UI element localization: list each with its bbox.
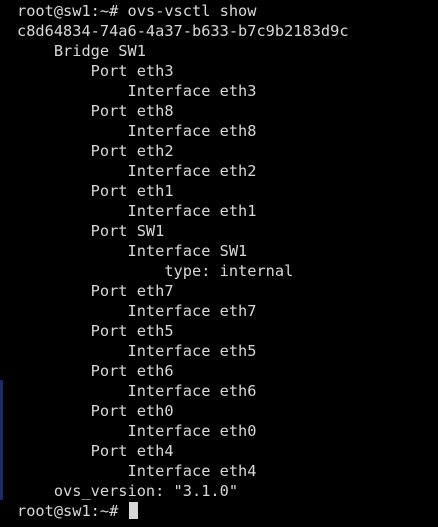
terminal-window[interactable]: root@sw1:~# ovs-vsctl show c8d64834-74a6…	[0, 0, 438, 527]
port-line: Port eth6	[17, 362, 174, 380]
interface-line: Interface eth2	[17, 162, 257, 180]
port-line: Port eth5	[17, 322, 174, 340]
prompt-line[interactable]: root@sw1:~#	[17, 501, 349, 521]
port-line: Port eth0	[17, 402, 174, 420]
interface-line: Interface eth8	[17, 122, 257, 140]
command-line: root@sw1:~# ovs-vsctl show	[17, 2, 257, 20]
bridge-line: Bridge SW1	[17, 42, 146, 60]
interface-line: Interface eth3	[17, 82, 257, 100]
ovs-version-line: ovs_version: "3.1.0"	[17, 482, 239, 500]
port-line: Port eth8	[17, 102, 174, 120]
interface-line: Interface eth0	[17, 422, 257, 440]
port-line: Port eth2	[17, 142, 174, 160]
text-cursor	[128, 502, 138, 519]
shell-prompt: root@sw1:~#	[17, 502, 128, 520]
interface-line: Interface eth5	[17, 342, 257, 360]
port-line: Port eth3	[17, 62, 174, 80]
interface-line: Interface eth6	[17, 382, 257, 400]
terminal-output: root@sw1:~# ovs-vsctl show c8d64834-74a6…	[17, 1, 349, 521]
interface-line: Interface eth4	[17, 462, 257, 480]
port-line: Port eth4	[17, 442, 174, 460]
port-line: Port SW1	[17, 222, 165, 240]
interface-line: Interface eth7	[17, 302, 257, 320]
interface-line: Interface SW1	[17, 242, 248, 260]
interface-line: Interface eth1	[17, 202, 257, 220]
bridge-uuid: c8d64834-74a6-4a37-b633-b7c9b2183d9c	[17, 22, 349, 40]
port-line: Port eth7	[17, 282, 174, 300]
port-line: Port eth1	[17, 182, 174, 200]
window-edge-strip	[0, 380, 3, 500]
interface-type-line: type: internal	[17, 262, 294, 280]
